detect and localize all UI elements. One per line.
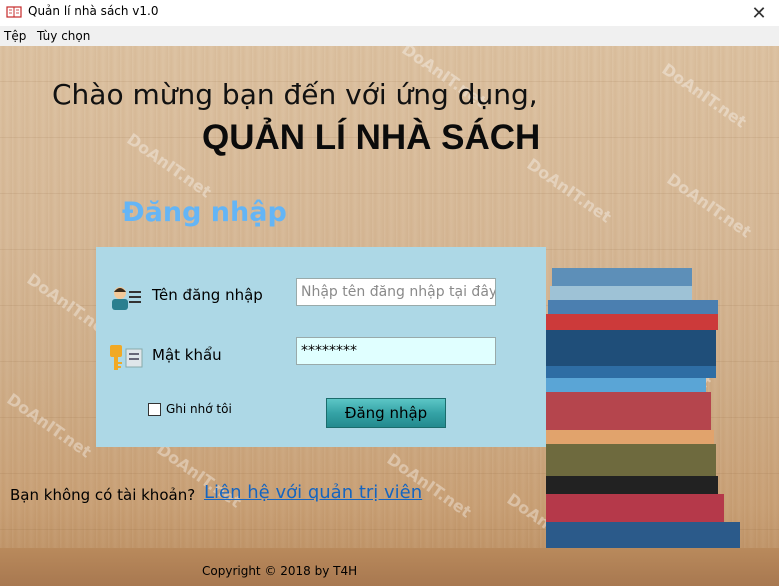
remember-label: Ghi nhớ tôi — [166, 402, 232, 416]
book-stack-image — [540, 268, 779, 560]
shelf — [0, 548, 779, 586]
watermark: DoAnIT.net — [663, 169, 755, 242]
no-account-text: Bạn không có tài khoản? — [10, 486, 196, 504]
greeting-text: Chào mừng bạn đến với ứng dụng, — [52, 78, 538, 111]
title-bar: Quản lí nhà sách v1.0 ✕ — [0, 0, 779, 26]
remember-checkbox[interactable] — [148, 403, 161, 416]
menu-file[interactable]: Tệp — [4, 29, 26, 43]
window-title: Quản lí nhà sách v1.0 — [28, 4, 159, 18]
login-heading: Đăng nhập — [122, 197, 287, 228]
watermark: DoAnIT.net — [523, 154, 615, 227]
watermark: DoAnIT.net — [658, 59, 750, 132]
menu-options[interactable]: Tùy chọn — [37, 29, 90, 43]
watermark: DoAnIT.net — [3, 389, 95, 462]
book-app-icon — [6, 6, 22, 18]
password-label: Mật khẩu — [152, 346, 222, 364]
username-label: Tên đăng nhập — [152, 286, 263, 304]
app-name: QUẢN LÍ NHÀ SÁCH — [202, 118, 541, 157]
key-icon — [110, 345, 143, 370]
close-icon[interactable]: ✕ — [739, 0, 779, 26]
username-input[interactable]: Nhập tên đăng nhập tại đây — [296, 278, 496, 306]
contact-admin-link[interactable]: Liên hệ với quản trị viên — [204, 482, 422, 503]
login-button[interactable]: Đăng nhập — [326, 398, 446, 428]
user-card-icon — [112, 287, 141, 310]
menu-bar: Tệp Tùy chọn — [0, 26, 779, 46]
copyright-text: Copyright © 2018 by T4H — [202, 564, 358, 578]
password-input[interactable]: ******** — [296, 337, 496, 365]
login-panel: Tên đăng nhập Nhập tên đăng nhập tại đây… — [96, 247, 546, 447]
